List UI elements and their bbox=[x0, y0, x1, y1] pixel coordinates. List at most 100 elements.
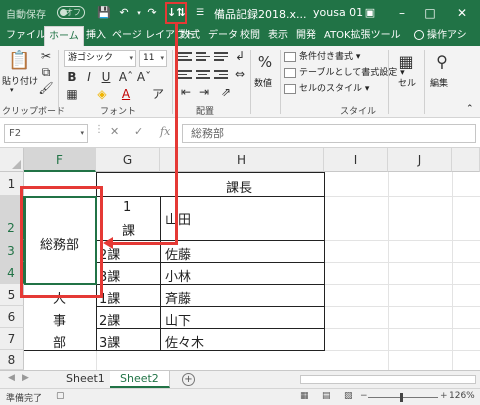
column-header-j[interactable]: J bbox=[388, 148, 452, 172]
normal-view-icon[interactable]: ▦ bbox=[300, 391, 309, 401]
cell-g7[interactable]: 3課 bbox=[99, 332, 120, 351]
formula-input[interactable]: 総務部 bbox=[182, 124, 476, 143]
zoom-level[interactable]: 126% bbox=[449, 391, 475, 401]
cells-button[interactable]: セル bbox=[398, 76, 416, 89]
cell-g2-line1[interactable]: 1 bbox=[123, 200, 131, 215]
wrap-text-icon[interactable]: ↲ bbox=[232, 48, 248, 64]
horizontal-scrollbar[interactable] bbox=[300, 375, 476, 384]
cell-f7[interactable]: 部 bbox=[53, 332, 66, 351]
sort-ascending-button[interactable]: ↓⇅ bbox=[165, 2, 187, 24]
fill-color-icon[interactable]: ◈ bbox=[94, 86, 110, 102]
cell-g6[interactable]: 2課 bbox=[99, 310, 120, 329]
sheet-tab-sheet1[interactable]: Sheet1 bbox=[56, 371, 116, 388]
select-all-button[interactable] bbox=[0, 148, 24, 172]
row-header-7[interactable]: 7 bbox=[0, 328, 24, 350]
decrease-indent-icon[interactable]: ⇤ bbox=[178, 84, 194, 100]
cell-h7[interactable]: 佐々木 bbox=[165, 332, 204, 351]
italic-icon[interactable]: I bbox=[81, 69, 97, 85]
prev-sheet-icon[interactable]: ◀ bbox=[8, 373, 15, 383]
cut-icon[interactable]: ✂ bbox=[38, 48, 54, 64]
align-center-icon[interactable] bbox=[196, 68, 210, 80]
decrease-font-icon[interactable]: Aˇ bbox=[136, 69, 152, 85]
collapse-ribbon-icon[interactable]: ⌃ bbox=[466, 104, 474, 114]
tab-home[interactable]: ホーム bbox=[44, 26, 84, 46]
editing-button[interactable]: 編集 bbox=[430, 76, 448, 89]
tab-view[interactable]: 表示 bbox=[268, 26, 288, 46]
paste-button[interactable]: 貼り付け bbox=[2, 74, 38, 87]
tab-file[interactable]: ファイル bbox=[6, 26, 46, 46]
row-header-6[interactable]: 6 bbox=[0, 306, 24, 328]
cells-icon[interactable]: ▦ bbox=[396, 52, 416, 72]
column-header-h[interactable]: H bbox=[160, 148, 324, 172]
orientation-icon[interactable]: ⇗ bbox=[218, 84, 234, 100]
borders-icon[interactable]: ▦ bbox=[64, 86, 80, 102]
minimize-icon[interactable]: – bbox=[392, 4, 412, 22]
tab-formulas[interactable]: 数式 bbox=[180, 26, 200, 46]
enter-icon[interactable]: ✓ bbox=[134, 125, 143, 138]
paste-dropdown-icon[interactable]: ▾ bbox=[10, 86, 14, 94]
increase-indent-icon[interactable]: ⇥ bbox=[196, 84, 212, 100]
zoom-slider[interactable] bbox=[368, 397, 438, 398]
column-header-g[interactable]: G bbox=[96, 148, 160, 172]
cancel-icon[interactable]: ✕ bbox=[110, 125, 119, 138]
close-icon[interactable]: ✕ bbox=[452, 4, 472, 22]
autosave-toggle[interactable]: オフ bbox=[57, 6, 85, 19]
bold-icon[interactable]: B bbox=[64, 69, 80, 85]
tab-tell-me[interactable]: 操作アシ bbox=[414, 26, 467, 46]
cell-g2-line2[interactable]: 課 bbox=[122, 220, 135, 239]
tab-data[interactable]: データ bbox=[208, 26, 238, 46]
tab-developer[interactable]: 開発 bbox=[296, 26, 316, 46]
align-right-icon[interactable] bbox=[214, 68, 228, 80]
undo-icon[interactable]: ↶ bbox=[116, 5, 132, 21]
row-header-8[interactable]: 8 bbox=[0, 350, 24, 370]
paste-icon[interactable]: 📋 bbox=[8, 50, 30, 72]
cell-h5[interactable]: 斉藤 bbox=[165, 288, 191, 307]
align-left-icon[interactable] bbox=[178, 68, 192, 80]
page-break-view-icon[interactable]: ▧ bbox=[344, 391, 353, 401]
cell-h1[interactable]: 課長 bbox=[226, 177, 252, 196]
phonetic-guide-icon[interactable]: ア bbox=[150, 86, 166, 102]
cell-f6[interactable]: 事 bbox=[53, 310, 66, 329]
cell-h6[interactable]: 山下 bbox=[165, 310, 191, 329]
underline-icon[interactable]: U bbox=[98, 69, 114, 85]
copy-icon[interactable]: ⧉ bbox=[38, 64, 54, 80]
zoom-in-icon[interactable]: + bbox=[440, 391, 448, 401]
zoom-out-icon[interactable]: − bbox=[360, 391, 368, 401]
percent-icon[interactable]: % bbox=[255, 52, 275, 72]
tab-atok[interactable]: ATOK拡張ツール bbox=[324, 26, 401, 46]
align-top-icon[interactable] bbox=[178, 50, 192, 62]
font-size-combo[interactable]: 11 ▾ bbox=[139, 50, 167, 67]
save-icon[interactable]: 💾 bbox=[96, 5, 112, 21]
ribbon-display-options-icon[interactable]: ▣ bbox=[360, 4, 380, 22]
insert-function-icon[interactable]: fx bbox=[160, 125, 170, 138]
search-icon[interactable]: ⚲ bbox=[432, 52, 452, 72]
align-bottom-icon[interactable] bbox=[214, 50, 228, 62]
sheet-tab-sheet2[interactable]: Sheet2 bbox=[110, 371, 170, 388]
cell-styles-button[interactable]: セルのスタイル ▾ bbox=[284, 82, 369, 96]
format-as-table-button[interactable]: テーブルとして書式設定 ▾ bbox=[284, 66, 405, 80]
merge-center-icon[interactable]: ⇔ bbox=[232, 66, 248, 82]
name-box[interactable]: F2 ▾ bbox=[4, 124, 88, 143]
customize-qat-icon[interactable]: ☰ bbox=[192, 5, 208, 21]
zoom-slider-thumb[interactable] bbox=[400, 393, 403, 402]
conditional-formatting-button[interactable]: 条件付き書式 ▾ bbox=[284, 50, 360, 64]
macro-record-icon[interactable]: ▢ bbox=[56, 391, 65, 401]
redo-icon[interactable]: ↷ bbox=[144, 5, 160, 21]
align-middle-icon[interactable] bbox=[196, 50, 210, 62]
font-name-combo[interactable]: 游ゴシック ▾ bbox=[64, 50, 136, 67]
page-layout-view-icon[interactable]: ▤ bbox=[322, 391, 331, 401]
column-header-i[interactable]: I bbox=[324, 148, 388, 172]
cell-h3[interactable]: 佐藤 bbox=[165, 244, 191, 263]
cell-h2[interactable]: 山田 bbox=[165, 209, 191, 228]
next-sheet-icon[interactable]: ▶ bbox=[22, 373, 29, 383]
format-painter-icon[interactable]: 🖌 bbox=[38, 80, 54, 96]
number-format-button[interactable]: 数値 bbox=[254, 76, 272, 89]
restore-icon[interactable]: □ bbox=[420, 4, 440, 22]
font-color-icon[interactable]: A bbox=[118, 86, 134, 102]
increase-font-icon[interactable]: Aˆ bbox=[118, 69, 134, 85]
column-header-f[interactable]: F bbox=[24, 148, 96, 172]
add-sheet-icon[interactable]: + bbox=[182, 373, 195, 386]
tab-insert[interactable]: 挿入 bbox=[86, 26, 106, 46]
cell-h4[interactable]: 小林 bbox=[165, 266, 191, 285]
tab-review[interactable]: 校閲 bbox=[240, 26, 260, 46]
